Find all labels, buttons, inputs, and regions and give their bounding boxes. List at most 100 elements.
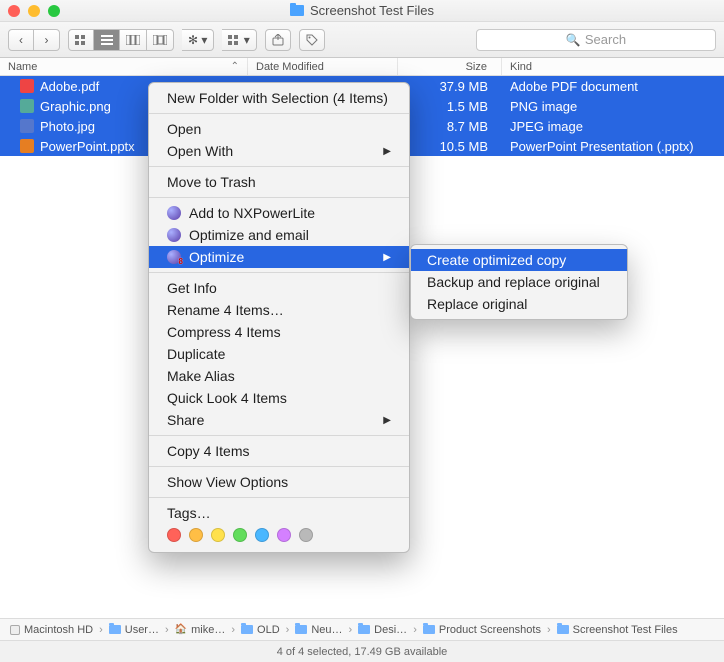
folder-icon — [358, 625, 370, 634]
submenu-backup-replace[interactable]: Backup and replace original — [411, 271, 627, 293]
path-label: OLD — [257, 624, 280, 636]
nxpowerlite-icon — [167, 206, 181, 220]
chevron-right-icon: › — [284, 624, 292, 636]
menu-optimize-email[interactable]: Optimize and email — [149, 224, 409, 246]
column-name[interactable]: Name⌃ — [0, 58, 248, 75]
disk-icon — [10, 625, 20, 635]
column-headers: Name⌃ Date Modified Size Kind — [0, 58, 724, 76]
menu-new-folder[interactable]: New Folder with Selection (4 Items) — [149, 87, 409, 109]
tag-color[interactable] — [277, 528, 291, 542]
tag-color[interactable] — [189, 528, 203, 542]
menu-quick-look[interactable]: Quick Look 4 Items — [149, 387, 409, 409]
folder-icon — [295, 625, 307, 634]
list-view-button[interactable] — [94, 29, 120, 51]
path-label: Product Screenshots — [439, 624, 541, 636]
chevron-right-icon: › — [347, 624, 355, 636]
back-button[interactable]: ‹ — [8, 29, 34, 51]
file-name: Graphic.png — [40, 99, 111, 114]
path-segment[interactable]: 🏠 mike… — [175, 624, 226, 636]
path-label: Neu… — [311, 624, 342, 636]
menu-copy[interactable]: Copy 4 Items — [149, 440, 409, 462]
file-kind: PowerPoint Presentation (.pptx) — [502, 139, 724, 154]
column-date[interactable]: Date Modified — [248, 58, 398, 75]
path-label: Desi… — [374, 624, 407, 636]
icon-view-button[interactable] — [68, 29, 94, 51]
menu-view-options[interactable]: Show View Options — [149, 471, 409, 493]
path-label: Screenshot Test Files — [573, 624, 678, 636]
tag-color[interactable] — [167, 528, 181, 542]
path-segment[interactable]: OLD — [241, 624, 280, 636]
tag-color[interactable] — [299, 528, 313, 542]
submenu-create-optimized-copy[interactable]: Create optimized copy — [411, 249, 627, 271]
menu-compress[interactable]: Compress 4 Items — [149, 321, 409, 343]
share-button[interactable] — [265, 29, 291, 51]
window-title: Screenshot Test Files — [310, 3, 434, 18]
path-segment[interactable]: Product Screenshots — [423, 624, 541, 636]
gallery-view-button[interactable] — [147, 29, 174, 51]
status-text: 4 of 4 selected, 17.49 GB available — [277, 646, 448, 658]
menu-move-to-trash[interactable]: Move to Trash — [149, 171, 409, 193]
action-menu-button[interactable]: ✻ ▾ — [182, 29, 214, 51]
path-segment[interactable]: Screenshot Test Files — [557, 624, 678, 636]
optimize-submenu: Create optimized copy Backup and replace… — [410, 244, 628, 320]
tags-button[interactable] — [299, 29, 325, 51]
tag-color[interactable] — [211, 528, 225, 542]
file-icon — [20, 139, 34, 153]
chevron-right-icon: ▶ — [383, 415, 391, 426]
path-bar: Macintosh HD › User… › 🏠 mike… › OLD › Neu… › Desi…… — [0, 618, 724, 640]
menu-rename[interactable]: Rename 4 Items… — [149, 299, 409, 321]
folder-icon — [557, 625, 569, 634]
menu-open-with[interactable]: Open With▶ — [149, 140, 409, 162]
forward-button[interactable]: › — [34, 29, 60, 51]
menu-open[interactable]: Open — [149, 118, 409, 140]
nav-buttons: ‹ › — [8, 29, 60, 51]
nxpowerlite-icon: 8 — [167, 250, 181, 264]
tag-color[interactable] — [233, 528, 247, 542]
titlebar: Screenshot Test Files — [0, 0, 724, 22]
menu-tags[interactable]: Tags… — [149, 502, 409, 524]
file-icon — [20, 99, 34, 113]
toolbar: ‹ › ✻ ▾ ▾ 🔍 Search — [0, 22, 724, 58]
file-size: 8.7 MB — [398, 119, 502, 134]
submenu-replace-original[interactable]: Replace original — [411, 293, 627, 315]
chevron-right-icon: › — [229, 624, 237, 636]
menu-optimize[interactable]: 8Optimize▶ — [149, 246, 409, 268]
path-segment[interactable]: Neu… — [295, 624, 342, 636]
menu-make-alias[interactable]: Make Alias — [149, 365, 409, 387]
column-kind[interactable]: Kind — [502, 58, 724, 75]
chevron-right-icon: › — [163, 624, 171, 636]
file-name: Photo.jpg — [40, 119, 95, 134]
file-icon — [20, 119, 34, 133]
file-kind: JPEG image — [502, 119, 724, 134]
home-icon: 🏠 — [175, 624, 187, 635]
file-name: PowerPoint.pptx — [40, 139, 135, 154]
menu-add-nxpowerlite[interactable]: Add to NXPowerLite — [149, 202, 409, 224]
column-size[interactable]: Size — [398, 58, 502, 75]
tag-color[interactable] — [255, 528, 269, 542]
path-segment[interactable]: Macintosh HD — [10, 624, 93, 636]
path-label: mike… — [191, 624, 225, 636]
group-menu-button[interactable]: ▾ — [222, 29, 256, 51]
folder-icon — [290, 5, 304, 16]
tag-color-row — [149, 524, 409, 548]
search-field[interactable]: 🔍 Search — [476, 29, 716, 51]
column-view-button[interactable] — [120, 29, 147, 51]
file-kind: Adobe PDF document — [502, 79, 724, 94]
search-placeholder: Search — [585, 32, 626, 47]
nxpowerlite-icon — [167, 228, 181, 242]
chevron-right-icon: › — [97, 624, 105, 636]
folder-icon — [109, 625, 121, 634]
search-icon: 🔍 — [566, 33, 581, 47]
menu-share[interactable]: Share▶ — [149, 409, 409, 431]
file-size: 1.5 MB — [398, 99, 502, 114]
path-label: User… — [125, 624, 159, 636]
path-segment[interactable]: User… — [109, 624, 159, 636]
menu-get-info[interactable]: Get Info — [149, 277, 409, 299]
path-segment[interactable]: Desi… — [358, 624, 407, 636]
folder-icon — [423, 625, 435, 634]
menu-duplicate[interactable]: Duplicate — [149, 343, 409, 365]
file-kind: PNG image — [502, 99, 724, 114]
chevron-right-icon: ▶ — [383, 146, 391, 157]
folder-icon — [241, 625, 253, 634]
chevron-right-icon: › — [545, 624, 553, 636]
